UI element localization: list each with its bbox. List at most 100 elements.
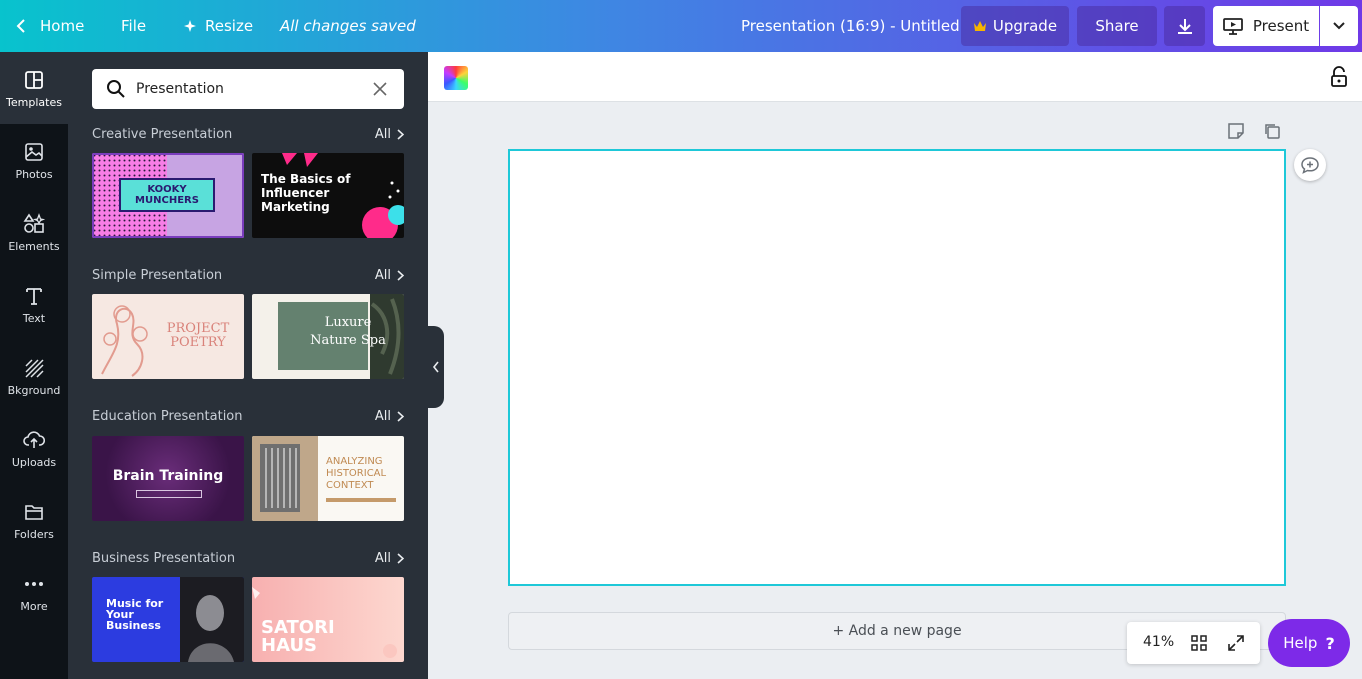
upgrade-label: Upgrade (992, 17, 1058, 35)
rail-item-elements[interactable]: Elements (0, 196, 68, 268)
magic-icon (184, 20, 196, 32)
rail-label: Photos (15, 167, 53, 181)
section-header-simple: Simple Presentation All (92, 265, 404, 285)
rail-item-text[interactable]: Text (0, 268, 68, 340)
design-page[interactable] (508, 149, 1286, 586)
see-all-label: All (374, 267, 391, 283)
see-all-link[interactable]: All (375, 127, 404, 142)
home-button[interactable]: Home (14, 0, 84, 52)
close-icon[interactable] (372, 81, 388, 97)
search-icon (107, 80, 125, 98)
chevron-left-icon (432, 361, 439, 373)
rail-label: More (20, 599, 48, 613)
help-button[interactable]: Help ? (1268, 619, 1350, 667)
rail-label: Text (22, 311, 46, 325)
collapse-panel-handle[interactable] (428, 326, 444, 408)
side-rail: Templates Photos Elements Text Bkground … (0, 52, 68, 679)
template-title: KOOKY MUNCHERS (135, 184, 199, 206)
download-button[interactable] (1164, 6, 1205, 46)
template-thumbnail[interactable]: KOOKY MUNCHERS (92, 153, 244, 238)
note-icon[interactable] (1227, 122, 1245, 140)
crown-icon (973, 21, 986, 31)
fullscreen-icon[interactable] (1227, 634, 1245, 652)
rail-item-background[interactable]: Bkground (0, 340, 68, 412)
editor-toolbar (428, 52, 1362, 102)
chevron-right-icon (397, 128, 404, 140)
section-header-creative: Creative Presentation All (92, 124, 404, 144)
search-input[interactable] (136, 77, 356, 101)
rail-label: Templates (6, 95, 62, 109)
color-picker-icon[interactable] (444, 66, 468, 90)
chevron-right-icon (397, 269, 404, 281)
present-options-button[interactable] (1320, 6, 1358, 46)
template-thumbnail[interactable]: ANALYZING HISTORICAL CONTEXT (252, 436, 404, 521)
template-thumbnail[interactable]: PROJECT POETRY (92, 294, 244, 379)
template-title: The Basics of Influencer Marketing (261, 172, 351, 214)
template-decoration (136, 490, 202, 498)
rail-item-templates[interactable]: Templates (0, 52, 68, 124)
rail-label: Elements (8, 239, 60, 253)
rail-label: Uploads (11, 455, 57, 469)
home-label: Home (40, 17, 85, 35)
download-icon (1177, 19, 1192, 34)
see-all-link[interactable]: All (375, 551, 404, 566)
section-title: Creative Presentation (92, 126, 233, 142)
template-title: Brain Training (112, 468, 224, 484)
save-status: All changes saved (280, 17, 416, 35)
see-all-link[interactable]: All (375, 409, 404, 424)
rail-item-photos[interactable]: Photos (0, 124, 68, 196)
chevron-right-icon (397, 410, 404, 422)
template-title: Luxure Nature Spa (310, 315, 386, 348)
file-menu[interactable]: File (121, 0, 146, 52)
template-thumbnail[interactable]: Music for Your Business (92, 577, 244, 662)
rail-item-folders[interactable]: Folders (0, 484, 68, 556)
template-title: SATORI HAUS (261, 617, 335, 656)
duplicate-page-icon[interactable] (1263, 122, 1281, 140)
more-icon (25, 581, 43, 586)
present-button[interactable]: Present (1213, 6, 1319, 46)
section-title: Education Presentation (92, 408, 243, 424)
zoom-controls: 41% (1127, 622, 1260, 664)
section-title: Simple Presentation (92, 267, 223, 283)
present-label: Present (1252, 17, 1310, 35)
search-box (92, 69, 404, 109)
see-all-link[interactable]: All (375, 268, 404, 283)
present-icon (1222, 18, 1243, 35)
rail-item-more[interactable]: More (0, 556, 68, 628)
section-header-business: Business Presentation All (92, 548, 404, 568)
zoom-level[interactable]: 41% (1143, 634, 1174, 650)
rail-label: Folders (14, 527, 54, 541)
help-label: Help (1283, 634, 1318, 652)
grid-view-icon[interactable] (1191, 635, 1207, 651)
resize-button[interactable]: Resize (183, 0, 253, 52)
see-all-label: All (374, 550, 391, 566)
section-header-education: Education Presentation All (92, 406, 404, 426)
rail-item-uploads[interactable]: Uploads (0, 412, 68, 484)
file-label: File (121, 17, 147, 35)
template-title: PROJECT POETRY (166, 321, 230, 350)
template-thumbnail[interactable]: SATORI HAUS (252, 577, 404, 662)
see-all-label: All (374, 126, 391, 142)
section-title: Business Presentation (92, 550, 236, 566)
template-thumbnail[interactable]: Brain Training (92, 436, 244, 521)
see-all-label: All (374, 408, 391, 424)
folders-icon (25, 504, 43, 520)
share-button[interactable]: Share (1077, 6, 1157, 46)
lock-icon[interactable] (1330, 66, 1348, 88)
share-label: Share (1095, 17, 1139, 35)
chevron-down-icon (1333, 22, 1345, 30)
add-comment-button[interactable] (1294, 149, 1326, 181)
question-icon: ? (1325, 633, 1335, 653)
document-title[interactable]: Presentation (16:9) - Untitled (741, 0, 960, 52)
resize-label: Resize (205, 17, 254, 35)
chevron-left-icon (16, 19, 25, 33)
comment-icon (1301, 157, 1319, 174)
uploads-icon (23, 430, 45, 448)
background-icon (25, 358, 44, 378)
top-bar: Home File Resize All changes saved Prese… (0, 0, 1362, 52)
template-thumbnail[interactable]: Luxure Nature Spa (252, 294, 404, 379)
templates-panel: Creative Presentation All KOOKY MUNCHERS… (68, 52, 428, 679)
photos-icon (25, 142, 43, 161)
template-thumbnail[interactable]: The Basics of Influencer Marketing (252, 153, 404, 238)
upgrade-button[interactable]: Upgrade (961, 6, 1069, 46)
